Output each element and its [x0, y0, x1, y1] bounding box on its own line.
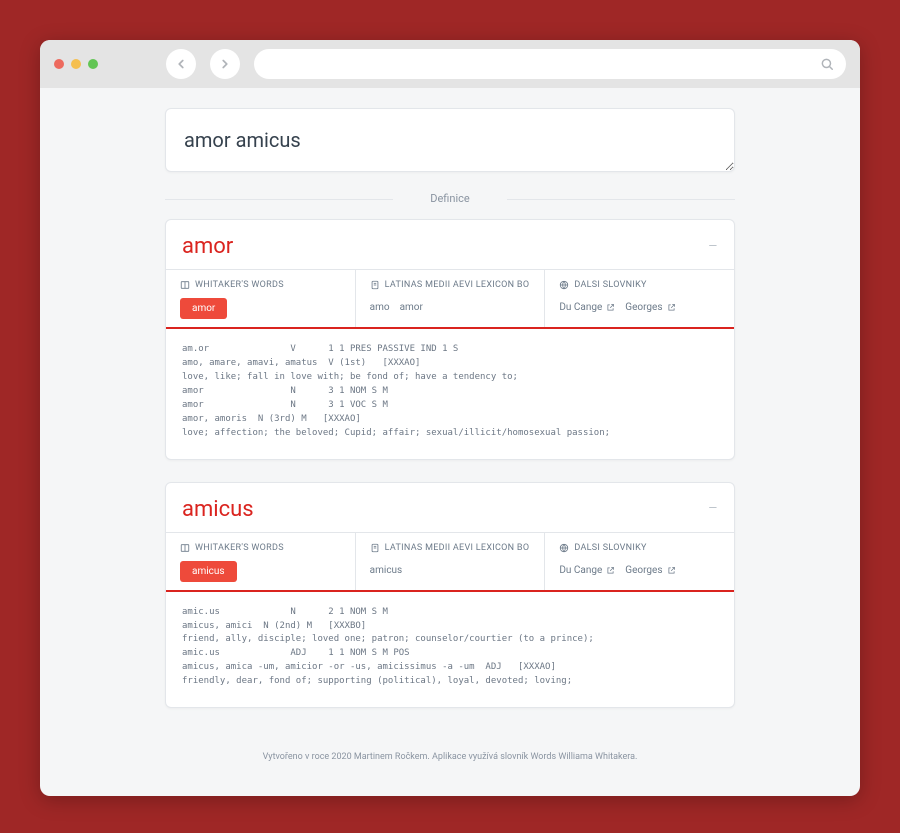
entry-title: amicus: [182, 497, 254, 522]
chip-active[interactable]: amor: [180, 298, 227, 319]
external-link-icon: [606, 303, 615, 312]
external-link-ducange[interactable]: Du Cange: [559, 298, 615, 317]
url-bar[interactable]: [254, 49, 846, 79]
back-button[interactable]: [166, 49, 196, 79]
source-other-label: DALŠÍ SLOVNÍKY: [559, 543, 720, 553]
definition-text: amic.us N 2 1 NOM S M amicus, amici N (2…: [166, 592, 734, 708]
minimize-icon[interactable]: [71, 59, 81, 69]
chip[interactable]: amo: [370, 298, 390, 317]
source-latinas-label: LATINAS MEDII AEVI LEXICON BOHEMORUM: [370, 280, 531, 290]
definition-text: am.or V 1 1 PRES PASSIVE IND 1 S amo, am…: [166, 329, 734, 459]
close-icon[interactable]: [54, 59, 64, 69]
search-icon: [820, 57, 834, 71]
chip-active[interactable]: amicus: [180, 561, 237, 582]
query-input[interactable]: amor amicus: [184, 127, 716, 153]
scroll-icon: [370, 280, 380, 290]
chip[interactable]: amor: [400, 298, 423, 317]
browser-chrome: [40, 40, 860, 88]
collapse-button[interactable]: −: [708, 238, 718, 256]
external-link-icon: [606, 566, 615, 575]
source-whitakers-label: WHITAKER'S WORDS: [180, 280, 341, 290]
forward-button[interactable]: [210, 49, 240, 79]
globe-icon: [559, 280, 569, 290]
app-body: amor amicus Definice amor − WHITAKER'S W…: [40, 88, 860, 796]
book-icon: [180, 543, 190, 553]
scroll-icon: [370, 543, 380, 553]
arrow-left-icon: [174, 57, 188, 71]
browser-window: amor amicus Definice amor − WHITAKER'S W…: [40, 40, 860, 796]
source-latinas-label: LATINAS MEDII AEVI LEXICON BOHEMORUM: [370, 543, 531, 553]
external-link-icon: [667, 566, 676, 575]
external-link-icon: [667, 303, 676, 312]
external-link-ducange[interactable]: Du Cange: [559, 561, 615, 580]
collapse-button[interactable]: −: [708, 500, 718, 518]
arrow-right-icon: [218, 57, 232, 71]
source-whitakers-label: WHITAKER'S WORDS: [180, 543, 341, 553]
search-card[interactable]: amor amicus: [165, 108, 735, 172]
source-other-label: DALŠÍ SLOVNÍKY: [559, 280, 720, 290]
chip[interactable]: amicus: [370, 561, 403, 580]
entry-card: amor − WHITAKER'S WORDS amor: [165, 219, 735, 460]
url-input[interactable]: [266, 57, 820, 71]
external-link-georges[interactable]: Georges: [625, 561, 675, 580]
globe-icon: [559, 543, 569, 553]
maximize-icon[interactable]: [88, 59, 98, 69]
entry-title: amor: [182, 234, 233, 259]
footer-credit: Vytvořeno v roce 2020 Martinem Ročkem. A…: [165, 730, 735, 768]
window-controls: [54, 59, 98, 69]
book-icon: [180, 280, 190, 290]
entry-card: amicus − WHITAKER'S WORDS amicus: [165, 482, 735, 709]
section-label: Definice: [165, 192, 735, 205]
external-link-georges[interactable]: Georges: [625, 298, 675, 317]
